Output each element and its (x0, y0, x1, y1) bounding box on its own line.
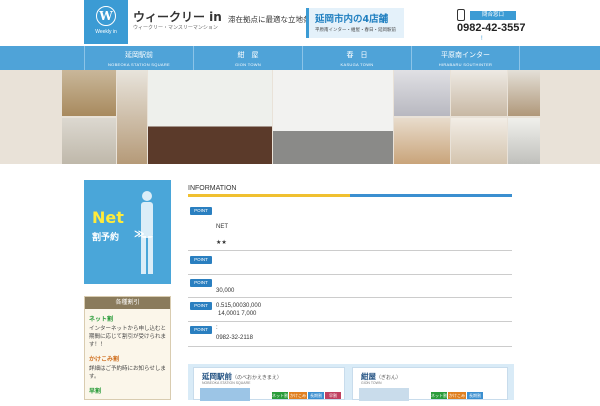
nav-label-jp: 延岡駅前 (125, 52, 153, 59)
stores-list: 平原南インター・紺屋・春日・延岡駅前 (315, 27, 396, 32)
stores-title: 延岡市内の4店舗 (315, 14, 389, 25)
info-text: : (216, 325, 218, 331)
discount-tag: かけこみ割 (448, 392, 466, 405)
banner-net-text: Net (92, 208, 124, 227)
nav-label-en: HIRABARU SOUTHINTER (438, 62, 493, 67)
info-text: NET (216, 224, 228, 230)
logo-subtitle: Weekly in (95, 29, 117, 35)
site-title: ウィークリー in (133, 10, 222, 24)
discount-tag: 長期割 (308, 392, 324, 399)
room-photo (62, 118, 116, 164)
nav-item-kasuga[interactable]: 春 日 KASUGA TOWN (302, 46, 411, 70)
divider (188, 321, 512, 322)
double-chevron-icon: ≫ (134, 229, 145, 240)
point-badge: POINT (190, 207, 212, 215)
info-text: ★★ (216, 240, 227, 246)
point-badge: POINT (190, 279, 212, 287)
discount-label: ネット割 (89, 316, 114, 323)
discount-tag: 早割 (325, 392, 341, 399)
net-reservation-banner[interactable]: Net 割予約 ≫ (84, 180, 171, 284)
nav-label-en: KASUGA TOWN (340, 62, 374, 67)
discount-text: 詳細はご予約時にお知らせします。 (89, 366, 166, 380)
banner-subtitle: 割予約 (92, 233, 120, 243)
logo-emblem: W (96, 6, 116, 26)
site-header: W Weekly in ウィークリー in ウィークリー・マンスリーマンション … (0, 0, 600, 46)
phone-number[interactable]: 0982-42-3557 (457, 22, 526, 34)
store-card-gion[interactable]: 紺屋（ぎおん） GION TOWN ネット割 かけこみ割 長期割 (352, 367, 508, 405)
nav-label-jp: 紺 屋 (237, 52, 259, 59)
main-nav: 延岡駅前 NOBEOKA STATION SQUARE 紺 屋 GION TOW… (0, 46, 600, 70)
nav-label-jp: 春 日 (346, 52, 368, 59)
room-photo (508, 70, 540, 116)
discount-text: インターネットから申し込むと期間に応じて割引が受けられます！！ (89, 326, 167, 348)
divider (188, 297, 512, 298)
store-name-text: 紺屋 (361, 372, 376, 381)
discount-label: かけこみ割 (89, 356, 120, 363)
room-photo (394, 118, 450, 164)
room-photo (273, 70, 393, 164)
stores-section: 延岡駅前（のべおかえきまえ） NOBEOKA STATION SQUARE ネッ… (188, 364, 514, 405)
store-name-text: 延岡駅前 (202, 372, 232, 381)
room-photo (117, 70, 147, 164)
room-photo (394, 70, 450, 116)
divider (188, 250, 512, 251)
phone-icon (457, 9, 465, 21)
point-badge: POINT (190, 326, 212, 334)
nav-label-jp: 平原南インター (441, 52, 490, 59)
room-photo (148, 70, 272, 164)
info-text: 30,000 (216, 288, 235, 294)
catch-copy: 滞在拠点に最適な立地条件 (228, 15, 318, 24)
site-subtitle: ウィークリー・マンスリーマンション (133, 25, 218, 31)
info-text[interactable]: 0982-32-2118 (216, 334, 253, 342)
divider (188, 346, 512, 347)
nav-item-nobeoka-station[interactable]: 延岡駅前 NOBEOKA STATION SQUARE (84, 46, 193, 70)
tel-note-mark: ! (481, 36, 483, 42)
info-text: 14,0001 7,000 (218, 311, 257, 317)
stores-box: 延岡市内の4店舗 平原南インター・紺屋・春日・延岡駅前 (306, 8, 404, 38)
room-photo-strip (0, 70, 600, 164)
nav-label-en: GION TOWN (234, 62, 262, 67)
room-photo (451, 70, 507, 116)
store-en-name: GION TOWN (361, 381, 382, 385)
store-map-thumbnail (359, 388, 409, 401)
discount-tag: かけこみ割 (289, 392, 307, 405)
room-photo (62, 70, 116, 116)
nav-item-hirabaru[interactable]: 平原南インター HIRABARU SOUTHINTER (411, 46, 520, 70)
title-underline (188, 194, 512, 197)
discount-tag: 長期割 (467, 392, 483, 399)
room-photo (508, 118, 540, 164)
nav-item-gion[interactable]: 紺 屋 GION TOWN (193, 46, 302, 70)
nav-label-en: NOBEOKA STATION SQUARE (107, 62, 171, 67)
room-photo (451, 118, 507, 164)
point-badge: POINT (190, 256, 212, 264)
discount-tag: ネット割 (272, 392, 288, 399)
site-logo[interactable]: W Weekly in (84, 0, 128, 44)
divider (188, 274, 512, 275)
contact-label: 問合窓口 (470, 11, 516, 20)
discount-header: 各種割引 (85, 297, 170, 309)
discount-box: 各種割引 ネット割 インターネットから申し込むと期間に応じて割引が受けられます！… (84, 296, 171, 400)
info-text: 0.515,00030,000 (216, 303, 262, 309)
information-title: INFORMATION (188, 185, 237, 192)
discount-tag: ネット割 (431, 392, 447, 399)
store-map-thumbnail (200, 388, 250, 401)
store-en-name: NOBEOKA STATION SQUARE (202, 381, 251, 385)
store-card-nobeoka-station[interactable]: 延岡駅前（のべおかえきまえ） NOBEOKA STATION SQUARE ネッ… (193, 367, 345, 405)
point-badge: POINT (190, 302, 212, 310)
discount-label: 早割 (89, 388, 102, 395)
